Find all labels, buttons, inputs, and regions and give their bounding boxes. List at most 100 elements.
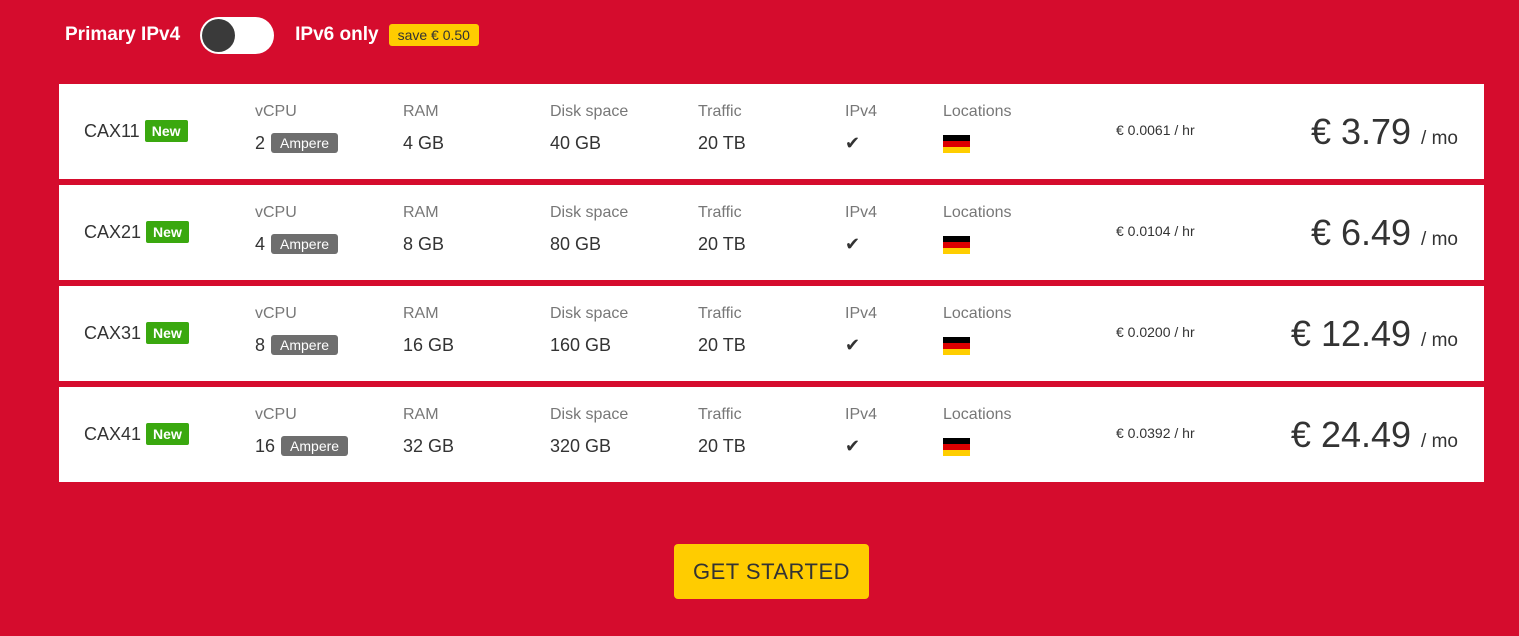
check-icon: ✔ (845, 334, 861, 355)
ipv4-label: IPv4 (845, 204, 878, 221)
locations-cell: Locations (943, 204, 1012, 256)
check-icon: ✔ (845, 132, 861, 153)
check-icon: ✔ (845, 435, 861, 456)
ram-value: 8 GB (403, 233, 445, 254)
locations-cell: Locations (943, 406, 1012, 458)
monthly-amount: € 24.49 (1290, 414, 1412, 455)
vcpu-value: 2 (255, 132, 266, 153)
get-started-button[interactable]: GET STARTED (674, 544, 869, 599)
disk-cell: Disk space 40 GB (550, 103, 628, 155)
traffic-cell: Traffic 20 TB (698, 406, 746, 458)
primary-ipv4-label[interactable]: Primary IPv4 (65, 24, 180, 46)
vcpu-cell: vCPU 16 Ampere (255, 406, 349, 458)
per-month: / mo (1421, 128, 1458, 149)
plan-name: CAX21 (84, 221, 142, 242)
vcpu-label: vCPU (255, 103, 297, 120)
vcpu-value: 4 (255, 233, 266, 254)
per-month: / mo (1421, 330, 1458, 351)
vcpu-cell: vCPU 4 Ampere (255, 204, 339, 256)
ipv4-cell: IPv4 ✔ (845, 406, 877, 458)
new-badge: New (146, 322, 189, 344)
ipv6-only-label[interactable]: IPv6 only (295, 24, 378, 46)
ram-cell: RAM 8 GB (403, 204, 444, 256)
disk-value: 80 GB (550, 233, 602, 254)
plan-row[interactable]: CAX21 New vCPU 4 Ampere RAM 8 GB Disk spa… (59, 185, 1484, 280)
traffic-value: 20 TB (698, 334, 746, 355)
plan-name-cell: CAX31 New (84, 322, 189, 344)
ram-label: RAM (403, 305, 439, 322)
locations-cell: Locations (943, 103, 1012, 155)
traffic-value: 20 TB (698, 435, 746, 456)
disk-value: 40 GB (550, 132, 602, 153)
ram-cell: RAM 32 GB (403, 406, 454, 458)
ampere-badge: Ampere (271, 234, 339, 254)
plan-list: CAX11 New vCPU 2 Ampere RAM 4 GB Disk spa… (59, 84, 1484, 488)
disk-label: Disk space (550, 103, 629, 120)
traffic-label: Traffic (698, 103, 742, 120)
vcpu-value: 16 (255, 435, 276, 456)
plan-name-cell: CAX41 New (84, 423, 189, 445)
ip-mode-toggle[interactable] (200, 16, 275, 54)
ipv4-cell: IPv4 ✔ (845, 204, 877, 256)
ram-value: 4 GB (403, 132, 445, 153)
plan-name: CAX11 (84, 120, 140, 141)
ram-cell: RAM 4 GB (403, 103, 444, 155)
ipv4-label: IPv4 (845, 406, 878, 423)
disk-label: Disk space (550, 305, 629, 322)
traffic-value: 20 TB (698, 132, 746, 153)
traffic-cell: Traffic 20 TB (698, 204, 746, 256)
traffic-label: Traffic (698, 204, 742, 221)
plan-row[interactable]: CAX11 New vCPU 2 Ampere RAM 4 GB Disk spa… (59, 84, 1484, 179)
locations-cell: Locations (943, 305, 1012, 357)
check-icon: ✔ (845, 233, 861, 254)
disk-value: 320 GB (550, 435, 612, 456)
plan-row[interactable]: CAX31 New vCPU 8 Ampere RAM 16 GB Disk sp… (59, 286, 1484, 381)
ram-cell: RAM 16 GB (403, 305, 454, 357)
hourly-price: € 0.0104 / hr (1116, 223, 1195, 239)
hourly-price: € 0.0061 / hr (1116, 122, 1195, 138)
monthly-price: € 6.49 / mo (1311, 212, 1458, 254)
ipv4-cell: IPv4 ✔ (845, 305, 877, 357)
traffic-label: Traffic (698, 305, 742, 322)
locations-label: Locations (943, 305, 1012, 322)
ipv4-label: IPv4 (845, 305, 878, 322)
traffic-label: Traffic (698, 406, 742, 423)
ram-value: 16 GB (403, 334, 455, 355)
new-badge: New (146, 423, 189, 445)
disk-cell: Disk space 160 GB (550, 305, 628, 357)
vcpu-cell: vCPU 8 Ampere (255, 305, 339, 357)
ampere-badge: Ampere (271, 335, 339, 355)
vcpu-label: vCPU (255, 204, 297, 221)
vcpu-cell: vCPU 2 Ampere (255, 103, 339, 155)
monthly-amount: € 3.79 (1310, 111, 1412, 152)
germany-flag-icon (943, 336, 970, 356)
vcpu-label: vCPU (255, 406, 297, 423)
hourly-price: € 0.0392 / hr (1116, 425, 1195, 441)
new-badge: New (146, 221, 189, 243)
plan-name-cell: CAX21 New (84, 221, 189, 243)
locations-label: Locations (943, 406, 1012, 423)
disk-cell: Disk space 320 GB (550, 406, 628, 458)
locations-label: Locations (943, 204, 1012, 221)
ampere-badge: Ampere (271, 133, 339, 153)
ram-value: 32 GB (403, 435, 455, 456)
hourly-price: € 0.0200 / hr (1116, 324, 1195, 340)
germany-flag-icon (943, 134, 970, 154)
ram-label: RAM (403, 103, 439, 120)
germany-flag-icon (943, 235, 970, 255)
per-month: / mo (1421, 229, 1458, 250)
toggle-knob[interactable] (202, 18, 236, 52)
monthly-amount: € 6.49 (1310, 212, 1412, 253)
monthly-price: € 3.79 / mo (1311, 111, 1458, 153)
ram-label: RAM (403, 204, 439, 221)
disk-cell: Disk space 80 GB (550, 204, 628, 256)
vcpu-value: 8 (255, 334, 266, 355)
traffic-cell: Traffic 20 TB (698, 103, 746, 155)
plan-name: CAX31 (84, 322, 142, 343)
ampere-badge: Ampere (281, 436, 349, 456)
new-badge: New (144, 120, 188, 142)
ipv4-cell: IPv4 ✔ (845, 103, 877, 155)
traffic-cell: Traffic 20 TB (698, 305, 746, 357)
plan-name-cell: CAX11 New (84, 120, 188, 142)
plan-row[interactable]: CAX41 New vCPU 16 Ampere RAM 32 GB Disk s… (59, 387, 1484, 482)
